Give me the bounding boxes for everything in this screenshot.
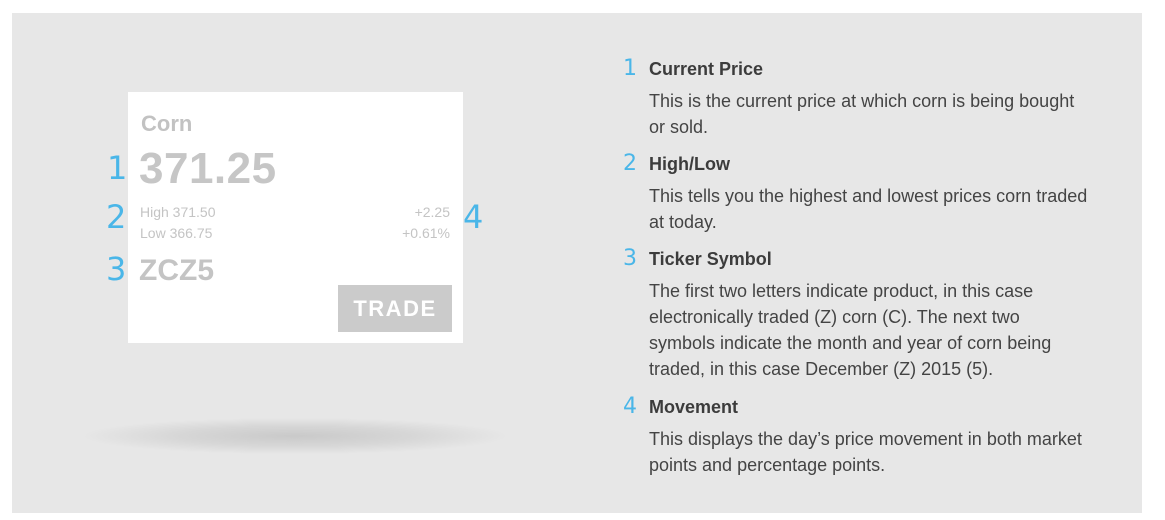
callout-3: 3 bbox=[106, 250, 127, 288]
legend-description: This displays the day’s price movement i… bbox=[649, 429, 1082, 475]
callout-2: 2 bbox=[106, 198, 127, 236]
high-price: High 371.50 bbox=[140, 204, 216, 220]
legend-title: Movement bbox=[649, 397, 739, 417]
ticker-symbol: ZCZ5 bbox=[139, 254, 214, 287]
legend-title: Current Price bbox=[649, 59, 764, 79]
legend-number: 1 bbox=[623, 56, 637, 81]
legend-title: Ticker Symbol bbox=[649, 249, 772, 269]
callout-1: 1 bbox=[107, 149, 128, 187]
card-shadow bbox=[85, 418, 505, 454]
low-price: Low 366.75 bbox=[140, 225, 213, 241]
legend-description: This tells you the highest and lowest pr… bbox=[649, 186, 1088, 232]
current-price: 371.25 bbox=[139, 144, 277, 193]
legend-description: This is the current price at which corn … bbox=[649, 91, 1075, 137]
callout-4: 4 bbox=[463, 198, 484, 236]
legend-number: 3 bbox=[623, 246, 637, 271]
legend-number: 4 bbox=[623, 394, 637, 419]
legend-title: High/Low bbox=[649, 154, 730, 174]
change-points: +2.25 bbox=[414, 204, 450, 220]
trade-button[interactable]: TRADE bbox=[338, 285, 452, 332]
legend-description: The first two letters indicate product, … bbox=[649, 281, 1052, 379]
change-percent: +0.61% bbox=[402, 225, 450, 241]
product-name: Corn bbox=[141, 111, 193, 136]
legend-number: 2 bbox=[623, 151, 637, 176]
